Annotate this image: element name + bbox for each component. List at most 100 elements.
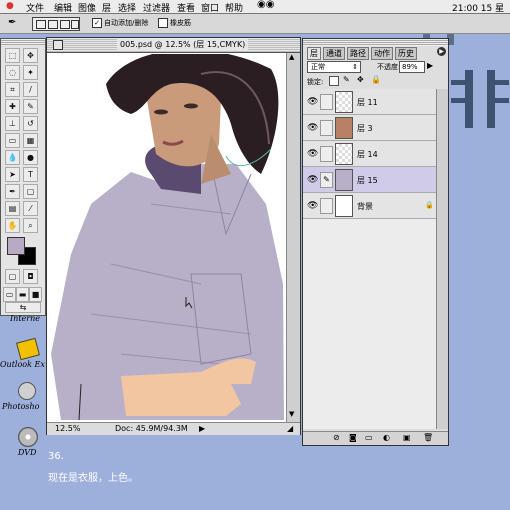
blur-tool-icon[interactable]: 💧: [5, 150, 20, 165]
type-tool-icon[interactable]: T: [23, 167, 38, 182]
menu-select[interactable]: 选择: [118, 1, 136, 14]
vertical-scrollbar[interactable]: ▲ ▼: [286, 53, 300, 423]
layers-scrollbar[interactable]: [436, 89, 448, 429]
dvd-label[interactable]: DVD: [18, 448, 36, 457]
opacity-field[interactable]: 89%: [399, 61, 425, 73]
pen-tool-icon[interactable]: ✒: [8, 17, 16, 28]
layer-style-icon[interactable]: ⊘: [333, 433, 340, 442]
photoshop-icon[interactable]: [18, 382, 36, 400]
dodge-tool-icon[interactable]: ●: [23, 150, 38, 165]
hand-tool-icon[interactable]: ✋: [5, 218, 20, 233]
healing-brush-icon[interactable]: ✚: [5, 99, 20, 114]
apple-menu-icon[interactable]: ●: [6, 1, 14, 11]
tab-paths[interactable]: 路径: [347, 47, 369, 60]
zoom-level[interactable]: 12.5%: [55, 424, 80, 433]
quickmask-off-icon[interactable]: ▢: [5, 269, 20, 284]
lock-icon: 🔒: [425, 201, 434, 209]
layer-row-selected[interactable]: 👁 ✎ 层 15: [303, 167, 436, 193]
lock-pixels-icon[interactable]: ✎: [343, 75, 350, 84]
notes-tool-icon[interactable]: ▤: [5, 201, 20, 216]
doc-size: Doc: 45.9M/94.3M: [115, 424, 188, 433]
layer-row[interactable]: 👁 层 3: [303, 115, 436, 141]
slice-tool-icon[interactable]: /: [23, 82, 38, 97]
menu-filter[interactable]: 过滤器: [143, 1, 170, 14]
menu-file[interactable]: 文件: [26, 1, 44, 14]
tab-actions[interactable]: 动作: [371, 47, 393, 60]
eye-icon[interactable]: 👁: [307, 123, 318, 133]
path-mode-buttons[interactable]: [32, 17, 80, 31]
layer-row[interactable]: 👁 层 14: [303, 141, 436, 167]
menu-window[interactable]: 窗口: [201, 1, 219, 14]
eye-icon[interactable]: 👁: [307, 97, 318, 107]
stamp-tool-icon[interactable]: ⊥: [5, 116, 20, 131]
link-box[interactable]: [320, 198, 333, 214]
eye-icon[interactable]: 👁: [307, 175, 318, 185]
lock-all-icon[interactable]: 🔒: [371, 75, 381, 84]
lock-position-icon[interactable]: ✥: [357, 75, 364, 84]
zoom-tool-icon[interactable]: ⌕: [23, 218, 38, 233]
layer-row[interactable]: 👁 背景 🔒: [303, 193, 436, 219]
marquee-tool-icon[interactable]: ⬚: [5, 48, 20, 63]
menu-help[interactable]: 帮助: [225, 1, 243, 14]
blend-mode-value: 正常: [311, 63, 325, 71]
screen-mode-full-icon[interactable]: ■: [29, 287, 42, 302]
document-window: 005.psd @ 12.5% (层 15,CMYK) ▲ ▼ 12.5% Do…: [46, 37, 301, 435]
dvd-icon[interactable]: [18, 427, 38, 447]
trash-icon[interactable]: 🗑: [423, 433, 433, 442]
eyedropper-icon[interactable]: ⁄: [23, 201, 38, 216]
menu-view[interactable]: 查看: [177, 1, 195, 14]
history-brush-icon[interactable]: ↺: [23, 116, 38, 131]
layer-mask-icon[interactable]: ◙: [349, 433, 357, 442]
crop-tool-icon[interactable]: ⌗: [5, 82, 20, 97]
new-layer-icon[interactable]: ▣: [403, 433, 411, 442]
menu-edit[interactable]: 编辑: [54, 1, 72, 14]
tab-channels[interactable]: 通道: [323, 47, 345, 60]
eye-icon[interactable]: 👁: [307, 149, 318, 159]
scroll-up-arrow-icon[interactable]: ▲: [289, 53, 294, 61]
photoshop-label[interactable]: Photosho: [2, 402, 39, 411]
quickmask-on-icon[interactable]: ◘: [23, 269, 38, 284]
tab-layers[interactable]: 层: [307, 47, 321, 60]
move-tool-icon[interactable]: ✥: [23, 48, 38, 63]
palette-menu-icon[interactable]: ▶: [437, 47, 446, 56]
auto-add-delete-checkbox[interactable]: ✓: [92, 18, 102, 28]
close-box-icon[interactable]: [53, 40, 63, 50]
jump-to-imageready-icon[interactable]: ⇆: [5, 302, 41, 313]
shape-tool-icon[interactable]: ▢: [23, 184, 38, 199]
eraser-tool-icon[interactable]: ▭: [5, 133, 20, 148]
gradient-tool-icon[interactable]: ▦: [23, 133, 38, 148]
artwork: [51, 54, 284, 420]
layer-thumbnail: [335, 143, 353, 165]
opacity-slider-arrow-icon[interactable]: ▶: [427, 61, 433, 70]
screen-mode-standard-icon[interactable]: ▭: [3, 287, 16, 302]
document-title-bar[interactable]: 005.psd @ 12.5% (层 15,CMYK): [47, 38, 300, 53]
outlook-express-label[interactable]: Outlook Ex: [0, 360, 45, 369]
link-box[interactable]: [320, 146, 333, 162]
lock-transparency-icon[interactable]: [329, 76, 339, 86]
link-box[interactable]: [320, 120, 333, 136]
status-menu-arrow-icon[interactable]: ▶: [199, 424, 205, 433]
brush-tool-icon[interactable]: ✎: [23, 99, 38, 114]
blend-mode-select[interactable]: 正常 ⇕: [307, 61, 361, 73]
pen-tool-icon[interactable]: ✒: [5, 184, 20, 199]
internet-icon-label[interactable]: Interne: [10, 314, 40, 323]
new-set-icon[interactable]: ▭: [365, 433, 373, 442]
lasso-tool-icon[interactable]: ◌: [5, 65, 20, 80]
menu-image[interactable]: 图像: [78, 1, 96, 14]
path-select-icon[interactable]: ➤: [5, 167, 20, 182]
link-box[interactable]: [320, 94, 333, 110]
scroll-down-arrow-icon[interactable]: ▼: [289, 410, 294, 418]
brush-link-icon[interactable]: ✎: [320, 172, 333, 188]
layer-row[interactable]: 👁 层 11: [303, 89, 436, 115]
foreground-color-swatch[interactable]: [7, 237, 25, 255]
resize-box-icon[interactable]: ◢: [287, 424, 293, 433]
step-number: 36.: [48, 451, 64, 462]
tab-history[interactable]: 历史: [395, 47, 417, 60]
rubber-band-checkbox[interactable]: [158, 18, 168, 28]
image-canvas[interactable]: [51, 54, 284, 420]
adjustment-layer-icon[interactable]: ◐: [383, 433, 390, 442]
screen-mode-full-menu-icon[interactable]: ▬: [16, 287, 29, 302]
eye-icon[interactable]: 👁: [307, 201, 318, 211]
menu-layer[interactable]: 层: [102, 1, 111, 14]
magic-wand-icon[interactable]: ✦: [23, 65, 38, 80]
